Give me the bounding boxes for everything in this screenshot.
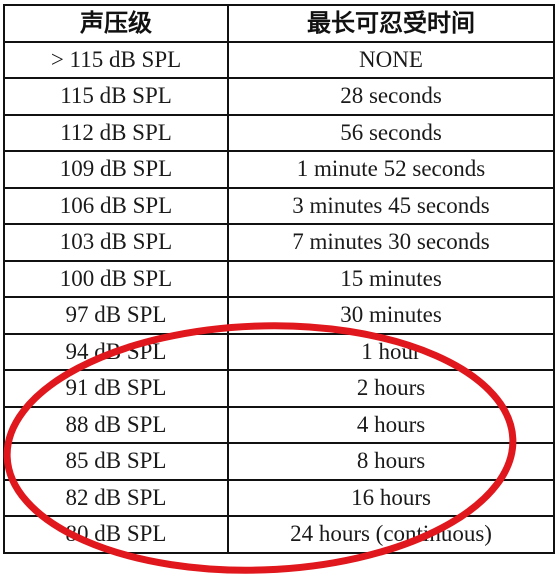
table-row: 80 dB SPL 24 hours (continuous) [3,515,555,554]
table-row: 115 dB SPL 28 seconds [3,77,555,116]
cell-level: 88 dB SPL [3,405,229,444]
cell-max-time: 28 seconds [227,77,555,116]
cell-max-time: 15 minutes [227,259,555,298]
cell-level: 91 dB SPL [3,369,229,408]
table-row: 100 dB SPL 15 minutes [3,259,555,298]
cell-level: 112 dB SPL [3,113,229,152]
cell-max-time: 7 minutes 30 seconds [227,223,555,262]
table-row: 106 dB SPL 3 minutes 45 seconds [3,186,555,225]
cell-max-time: 30 minutes [227,296,555,335]
table-row: 109 dB SPL 1 minute 52 seconds [3,150,555,189]
table-row: 97 dB SPL 30 minutes [3,296,555,335]
cell-level: 94 dB SPL [3,332,229,371]
cell-level: > 115 dB SPL [3,40,229,79]
cell-level: 100 dB SPL [3,259,229,298]
table-row: 91 dB SPL 2 hours [3,369,555,408]
cell-level: 106 dB SPL [3,186,229,225]
table-row: 112 dB SPL 56 seconds [3,113,555,152]
cell-max-time: 1 minute 52 seconds [227,150,555,189]
cell-max-time: 56 seconds [227,113,555,152]
cell-level: 97 dB SPL [3,296,229,335]
cell-max-time: 24 hours (continuous) [227,515,555,554]
cell-max-time: 8 hours [227,442,555,481]
table-row: 94 dB SPL 1 hour [3,332,555,371]
spl-exposure-table-container: 声压级 最长可忍受时间 > 115 dB SPL NONE 115 dB SPL 2… [3,4,555,554]
cell-max-time: NONE [227,40,555,79]
cell-level: 109 dB SPL [3,150,229,189]
cell-max-time: 2 hours [227,369,555,408]
cell-level: 115 dB SPL [3,77,229,116]
table-row: 82 dB SPL 16 hours [3,478,555,517]
header-max-tolerable-time: 最长可忍受时间 [227,4,555,43]
header-sound-pressure-level: 声压级 [3,4,229,43]
cell-max-time: 3 minutes 45 seconds [227,186,555,225]
table-header-row: 声压级 最长可忍受时间 [3,4,555,43]
cell-max-time: 1 hour [227,332,555,371]
cell-max-time: 16 hours [227,478,555,517]
spl-exposure-table: 声压级 最长可忍受时间 > 115 dB SPL NONE 115 dB SPL 2… [3,4,555,554]
cell-level: 103 dB SPL [3,223,229,262]
table-row: > 115 dB SPL NONE [3,40,555,79]
cell-level: 85 dB SPL [3,442,229,481]
cell-level: 80 dB SPL [3,515,229,554]
cell-max-time: 4 hours [227,405,555,444]
table-row: 103 dB SPL 7 minutes 30 seconds [3,223,555,262]
cell-level: 82 dB SPL [3,478,229,517]
table-row: 88 dB SPL 4 hours [3,405,555,444]
table-row: 85 dB SPL 8 hours [3,442,555,481]
